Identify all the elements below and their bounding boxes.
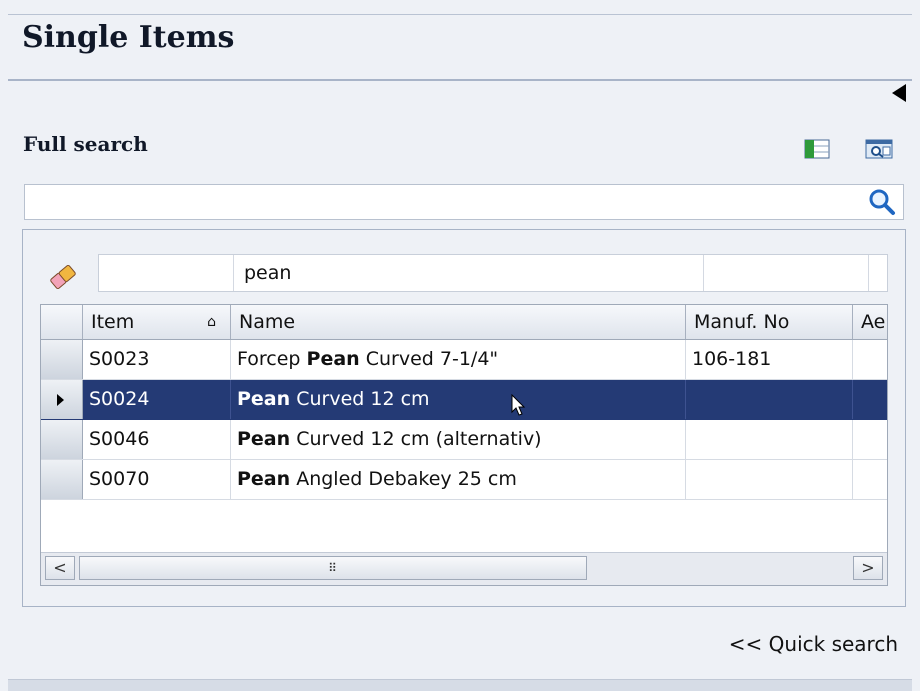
cell-item: S0024 bbox=[83, 380, 231, 419]
name-suffix: Curved 12 cm bbox=[290, 388, 430, 410]
row-selector[interactable] bbox=[41, 380, 83, 419]
cell-name: Forcep Pean Curved 7-1/4" bbox=[231, 340, 686, 379]
table-row[interactable]: S0023 Forcep Pean Curved 7-1/4" 106-181 bbox=[41, 340, 887, 380]
name-prefix: Forcep bbox=[237, 348, 307, 370]
cell-name: Pean Angled Debakey 25 cm bbox=[231, 460, 686, 499]
filter-ae[interactable] bbox=[869, 255, 889, 291]
table-row[interactable]: S0070 Pean Angled Debakey 25 cm bbox=[41, 460, 887, 500]
scroll-thumb[interactable]: ⠿ bbox=[79, 556, 587, 580]
up-arrow-icon: ⌂ bbox=[207, 314, 216, 330]
scroll-right-button[interactable]: > bbox=[853, 556, 883, 580]
column-header-ae[interactable]: Ae bbox=[853, 305, 887, 339]
cell-name: Pean Curved 12 cm (alternativ) bbox=[231, 420, 686, 459]
cell-manuf-no bbox=[686, 380, 853, 419]
cell-ae bbox=[853, 380, 887, 419]
top-divider bbox=[8, 14, 912, 15]
cell-ae bbox=[853, 340, 887, 379]
search-icon[interactable] bbox=[864, 185, 900, 219]
page-title: Single Items bbox=[22, 20, 235, 55]
name-match: Pean bbox=[237, 468, 291, 490]
name-suffix: Angled Debakey 25 cm bbox=[290, 468, 517, 490]
column-filter-row: pean bbox=[98, 254, 888, 292]
bottom-status-bar bbox=[8, 679, 912, 691]
cell-item: S0046 bbox=[83, 420, 231, 459]
scroll-left-button[interactable]: < bbox=[45, 556, 75, 580]
cell-manuf-no bbox=[686, 420, 853, 459]
title-divider bbox=[8, 79, 912, 81]
cell-ae bbox=[853, 420, 887, 459]
quick-search-link[interactable]: << Quick search bbox=[729, 632, 898, 656]
current-row-icon bbox=[57, 394, 64, 406]
cell-manuf-no: 106-181 bbox=[686, 340, 853, 379]
name-match: Pean bbox=[306, 348, 360, 370]
column-chooser-icon[interactable] bbox=[802, 136, 832, 162]
section-title: Full search bbox=[23, 132, 148, 156]
results-grid: Item ⌂ Name Manuf. No Ae S0023 Forcep Pe… bbox=[40, 304, 888, 586]
table-row[interactable]: S0046 Pean Curved 12 cm (alternativ) bbox=[41, 420, 887, 460]
filter-name[interactable]: pean bbox=[234, 255, 704, 291]
filter-manuf-no[interactable] bbox=[704, 255, 869, 291]
cell-item: S0070 bbox=[83, 460, 231, 499]
filter-item[interactable] bbox=[99, 255, 234, 291]
collapse-arrow-icon[interactable] bbox=[892, 84, 906, 102]
row-selector[interactable] bbox=[41, 460, 83, 499]
header-selector bbox=[41, 305, 83, 339]
cell-item: S0023 bbox=[83, 340, 231, 379]
name-suffix: Curved 12 cm (alternativ) bbox=[290, 428, 542, 450]
column-header-item-label: Item bbox=[91, 311, 135, 333]
mouse-cursor-icon bbox=[511, 394, 526, 416]
cell-ae bbox=[853, 460, 887, 499]
column-header-item[interactable]: Item ⌂ bbox=[83, 305, 231, 339]
find-preview-icon[interactable] bbox=[864, 136, 894, 162]
name-match: Pean bbox=[237, 428, 291, 450]
cell-manuf-no bbox=[686, 460, 853, 499]
cell-name: Pean Curved 12 cm bbox=[231, 380, 686, 419]
grid-header: Item ⌂ Name Manuf. No Ae bbox=[41, 305, 887, 340]
horizontal-scrollbar[interactable]: < ⠿ > bbox=[41, 552, 887, 585]
eraser-icon[interactable] bbox=[48, 262, 78, 292]
table-row-selected[interactable]: S0024 Pean Curved 12 cm bbox=[41, 380, 887, 420]
row-selector[interactable] bbox=[41, 420, 83, 459]
name-suffix: Curved 7-1/4" bbox=[359, 348, 499, 370]
column-header-manuf-no[interactable]: Manuf. No bbox=[686, 305, 853, 339]
full-search-input[interactable] bbox=[24, 184, 904, 220]
name-match: Pean bbox=[237, 388, 291, 410]
column-header-name[interactable]: Name bbox=[231, 305, 686, 339]
row-selector[interactable] bbox=[41, 340, 83, 379]
